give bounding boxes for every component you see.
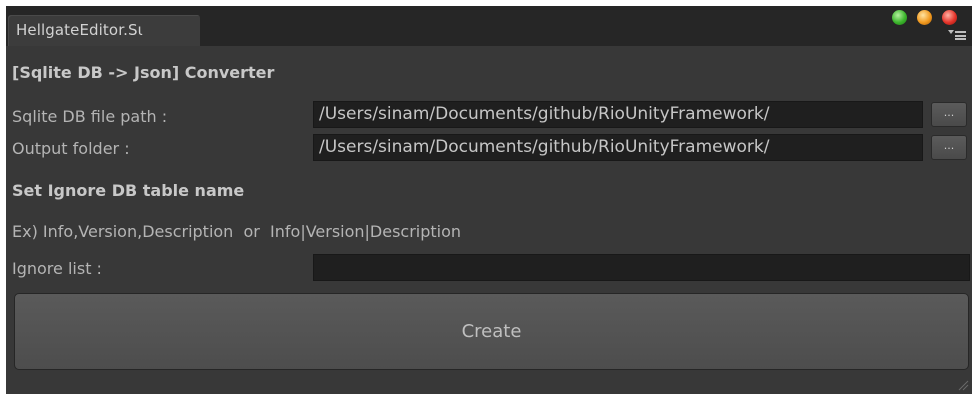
output-folder-label: Output folder : [12,139,130,158]
ignore-heading: Set Ignore DB table name [12,181,245,200]
ignore-example-text: Ex) Info,Version,Description or Info|Ver… [12,222,462,241]
output-folder-browse-button[interactable]: ... [931,135,967,160]
ignore-list-label: Ignore list : [12,259,102,278]
tab-menu-icon[interactable] [948,30,966,42]
resize-grip-icon[interactable] [957,379,969,391]
minimize-button-icon[interactable] [917,10,932,25]
converter-heading: [Sqlite DB -> Json] Converter [12,63,275,82]
db-path-browse-button[interactable]: ... [931,102,967,127]
db-path-label: Sqlite DB file path : [12,107,168,126]
close-button-icon[interactable] [942,10,957,25]
create-button[interactable]: Create [14,293,969,370]
tab-bar: HellgateEditor.Sι [6,6,972,46]
tab-title: HellgateEditor.Sι [16,21,143,39]
zoom-button-icon[interactable] [892,10,907,25]
ignore-list-input[interactable] [313,254,970,281]
db-path-input[interactable]: /Users/sinam/Documents/github/RioUnityFr… [313,101,923,128]
editor-window: HellgateEditor.Sι [Sqlite DB -> Json] Co… [6,6,972,394]
output-folder-input[interactable]: /Users/sinam/Documents/github/RioUnityFr… [313,134,923,161]
tab-hellgate-editor[interactable]: HellgateEditor.Sι [8,15,200,46]
